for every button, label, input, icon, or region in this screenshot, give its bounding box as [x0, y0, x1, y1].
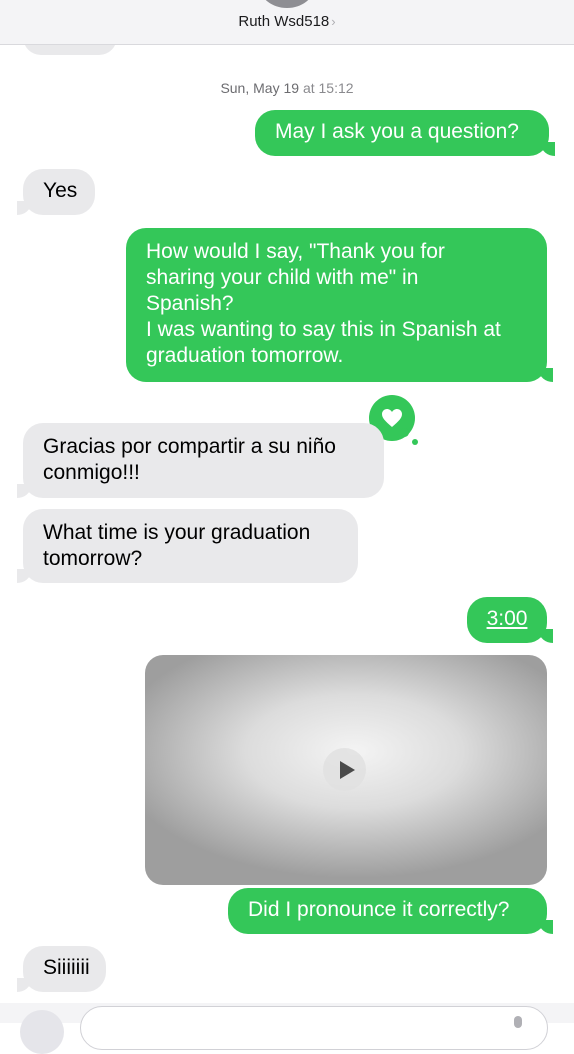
chevron-right-icon: ›	[331, 14, 336, 29]
incoming-message-bubble[interactable]: Siiiiiii	[17, 946, 106, 992]
message-timestamp: Sun, May 19 at 15:12	[0, 80, 574, 96]
incoming-message-bubble[interactable]: What time is your graduation tomorrow?	[17, 509, 358, 583]
play-button[interactable]	[323, 748, 366, 791]
contact-name: Ruth Wsd518	[238, 13, 330, 30]
heart-icon	[382, 409, 402, 427]
microphone-icon[interactable]	[514, 1016, 522, 1028]
outgoing-message-bubble[interactable]: 3:00	[467, 597, 553, 643]
tapback-tail-dot	[412, 439, 418, 445]
incoming-message-bubble[interactable]: Yes	[17, 169, 95, 215]
message-input[interactable]	[80, 1006, 548, 1050]
timestamp-at: at	[302, 80, 315, 96]
contact-name-button[interactable]: Ruth Wsd518 ›	[0, 13, 574, 30]
play-icon	[340, 761, 355, 779]
contact-avatar[interactable]	[259, 0, 315, 8]
conversation-header: Ruth Wsd518 ›	[0, 0, 574, 45]
outgoing-message-bubble[interactable]: May I ask you a question?	[255, 110, 555, 156]
timestamp-day: Sun, May 19	[220, 80, 300, 96]
tapback-tail-dot	[400, 428, 409, 437]
incoming-message-bubble[interactable]: Gracias por compartir a su niño conmigo!…	[17, 423, 384, 498]
outgoing-message-bubble[interactable]: How would I say, "Thank you for sharing …	[126, 228, 553, 382]
add-attachment-button[interactable]	[20, 1010, 64, 1054]
outgoing-message-bubble[interactable]: Did I pronounce it correctly?	[228, 888, 553, 934]
timestamp-time: 15:12	[318, 80, 354, 96]
